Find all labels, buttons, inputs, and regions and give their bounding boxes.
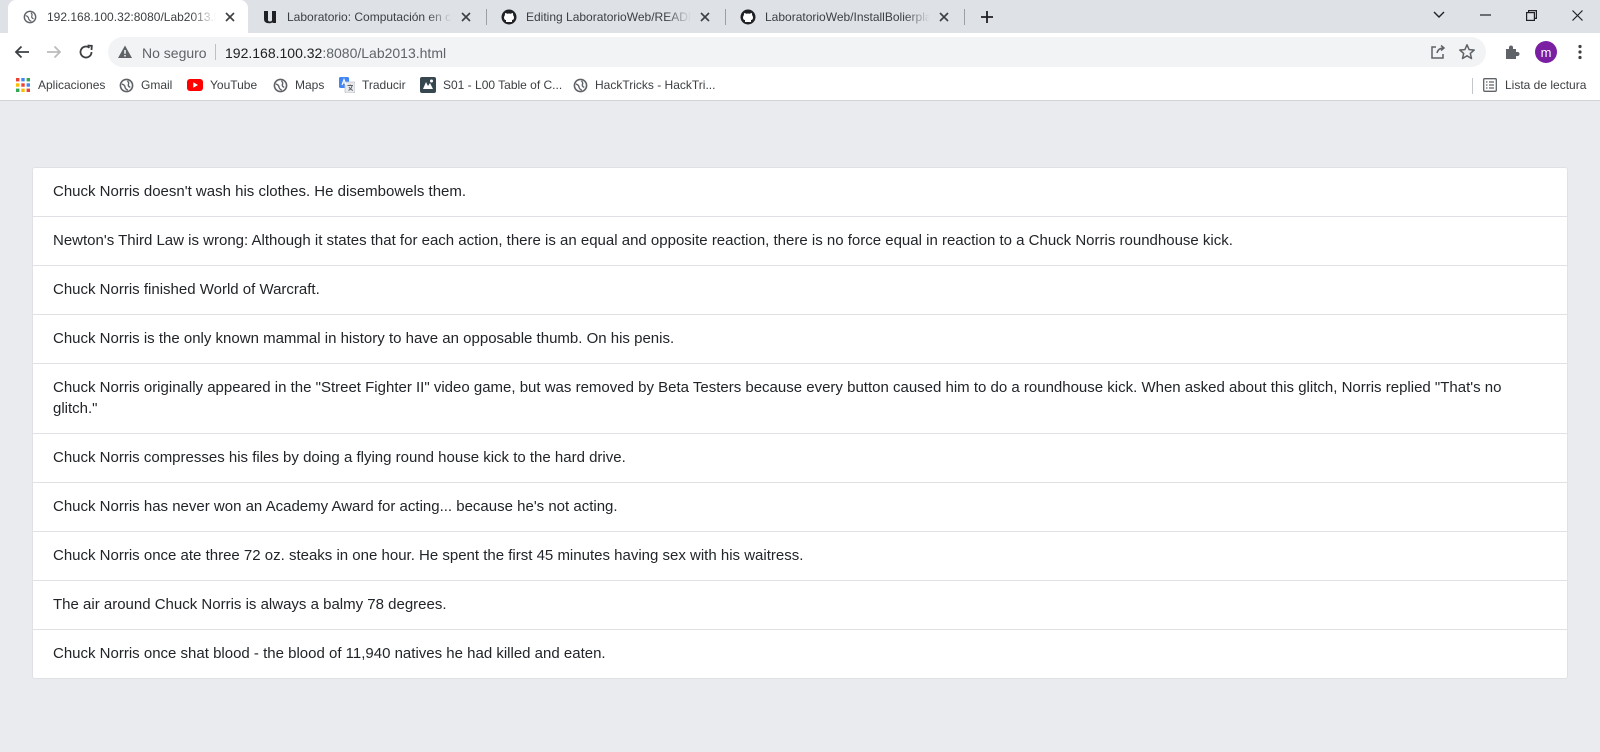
close-icon[interactable] [222, 9, 238, 25]
kebab-menu-icon [1578, 44, 1582, 60]
globe-icon [272, 77, 288, 93]
bookmark-label: HackTricks - HackTri... [595, 78, 716, 92]
globe-icon [22, 9, 38, 25]
url-text[interactable]: 192.168.100.32:8080/Lab2013.html [225, 45, 446, 61]
bookmark-traducir[interactable]: Traducir [339, 71, 406, 99]
warning-triangle-icon[interactable] [117, 44, 133, 60]
reload-button[interactable] [72, 38, 100, 66]
bookmark-label: S01 - L00 Table of C... [443, 78, 563, 92]
tab-search-button[interactable] [1416, 0, 1462, 30]
back-button[interactable] [8, 38, 36, 66]
bookmark-youtube[interactable]: YouTube [187, 71, 257, 99]
close-icon[interactable] [458, 9, 474, 25]
list-item: Chuck Norris originally appeared in the … [33, 363, 1567, 433]
bookmark-s01-table[interactable]: S01 - L00 Table of C... [420, 71, 562, 99]
menu-button[interactable] [1570, 41, 1590, 63]
restore-icon [1525, 9, 1537, 21]
reading-list-label: Lista de lectura [1505, 78, 1587, 92]
list-item: Chuck Norris finished World of Warcraft. [33, 265, 1567, 314]
security-label[interactable]: No seguro [142, 45, 207, 61]
bookmark-maps[interactable]: Maps [272, 71, 324, 99]
plus-icon [981, 11, 993, 23]
bookmark-hacktricks[interactable]: HackTricks - HackTri... [572, 71, 715, 99]
close-icon[interactable] [697, 9, 713, 25]
reading-list-icon [1482, 77, 1498, 93]
list-item: Newton's Third Law is wrong: Although it… [33, 216, 1567, 265]
bookmarks-bar: Aplicaciones Gmail YouTube Maps Traducir… [0, 71, 1600, 101]
list-item: Chuck Norris once shat blood - the blood… [33, 629, 1567, 678]
bookmark-label: YouTube [210, 78, 258, 92]
list-item: Chuck Norris is the only known mammal in… [33, 314, 1567, 363]
tab-lab2013[interactable]: 192.168.100.32:8080/Lab2013.html [8, 0, 248, 33]
bookmark-aplicaciones[interactable]: Aplicaciones [15, 71, 105, 99]
tab-strip: 192.168.100.32:8080/Lab2013.html Laborat… [0, 0, 1600, 33]
site-icon [420, 77, 436, 93]
translate-icon [339, 77, 355, 93]
bookmark-label: Gmail [141, 78, 173, 92]
tab-title: Editing LaboratorioWeb/README.md [526, 9, 691, 24]
github-icon [740, 9, 756, 25]
globe-icon [118, 77, 134, 93]
url-path: :8080/Lab2013.html [322, 45, 447, 61]
tab-title: Laboratorio: Computación en cliente [287, 9, 452, 24]
apps-grid-icon [15, 77, 31, 93]
u-logo-icon [262, 9, 278, 25]
reading-list-button[interactable]: Lista de lectura [1482, 71, 1586, 99]
omnibox-divider [215, 44, 216, 60]
profile-avatar[interactable]: m [1535, 41, 1557, 63]
bookmark-label: Aplicaciones [38, 78, 106, 92]
page-content: Chuck Norris doesn't wash his clothes. H… [0, 101, 1600, 752]
restore-button[interactable] [1508, 0, 1554, 30]
jokes-list: Chuck Norris doesn't wash his clothes. H… [32, 167, 1568, 679]
address-bar[interactable]: No seguro 192.168.100.32:8080/Lab2013.ht… [108, 37, 1486, 67]
tab-install-boilerplate[interactable]: LaboratorioWeb/InstallBolierplate [726, 0, 962, 33]
close-window-button[interactable] [1554, 0, 1600, 30]
reload-icon [79, 44, 93, 59]
minimize-button[interactable] [1462, 0, 1508, 30]
list-item: Chuck Norris doesn't wash his clothes. H… [53, 183, 467, 200]
url-host: 192.168.100.32 [225, 45, 323, 61]
star-icon[interactable] [1458, 43, 1476, 61]
list-item: Chuck Norris once ate three 72 oz. steak… [33, 531, 1567, 580]
tab-separator [964, 9, 965, 25]
bookmarks-divider [1472, 78, 1473, 94]
arrow-right-icon [47, 45, 62, 59]
chevron-down-icon [1433, 11, 1445, 18]
tab-title: 192.168.100.32:8080/Lab2013.html [47, 9, 216, 24]
share-icon[interactable] [1430, 44, 1446, 60]
list-item: Chuck Norris compresses his files by doi… [33, 433, 1567, 482]
bookmark-label: Traducir [362, 78, 406, 92]
minimize-icon [1479, 14, 1491, 16]
github-icon [501, 9, 517, 25]
bookmark-gmail[interactable]: Gmail [118, 71, 172, 99]
new-tab-button[interactable] [975, 5, 999, 29]
extensions-puzzle-icon[interactable] [1503, 43, 1521, 61]
forward-button[interactable] [40, 38, 68, 66]
close-icon [1571, 9, 1583, 21]
tab-title: LaboratorioWeb/InstallBolierplate [765, 9, 930, 24]
browser-toolbar: No seguro 192.168.100.32:8080/Lab2013.ht… [0, 33, 1600, 71]
globe-icon [572, 77, 588, 93]
close-icon[interactable] [936, 9, 952, 25]
youtube-icon [187, 77, 203, 93]
bookmark-label: Maps [295, 78, 325, 92]
list-item: Chuck Norris has never won an Academy Aw… [33, 482, 1567, 531]
tab-laboratorio[interactable]: Laboratorio: Computación en cliente [248, 0, 484, 33]
tab-editing-readme[interactable]: Editing LaboratorioWeb/README.md [487, 0, 723, 33]
arrow-left-icon [14, 45, 29, 59]
list-item: The air around Chuck Norris is always a … [33, 580, 1567, 629]
